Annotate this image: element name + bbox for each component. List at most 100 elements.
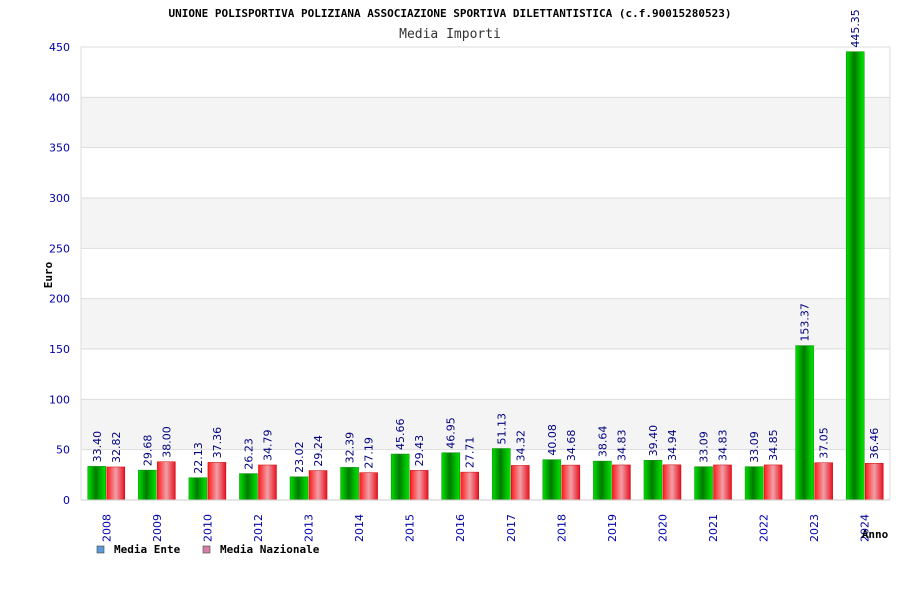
- bar-media-nazionale-2015: [409, 470, 429, 501]
- bar-media-nazionale-2022: [763, 464, 783, 501]
- data-label-media-ente-2023: 153.37: [799, 303, 812, 342]
- bar-media-nazionale-2008: [106, 466, 126, 501]
- y-tick-label: 300: [49, 192, 70, 205]
- x-tick-label-2015: 2015: [404, 514, 417, 542]
- data-label-media-nazionale-2023: 37.05: [818, 427, 831, 459]
- y-tick-label: 150: [49, 343, 70, 356]
- bar-media-ente-2008: [87, 466, 107, 501]
- y-tick-label: 250: [49, 242, 70, 255]
- chart-subtitle: Media Importi: [399, 27, 501, 42]
- data-label-media-ente-2008: 33.40: [91, 431, 104, 463]
- data-label-media-nazionale-2019: 34.83: [615, 429, 628, 461]
- bar-media-ente-2015: [390, 453, 410, 501]
- bar-media-nazionale-2009: [157, 461, 176, 501]
- data-label-media-ente-2010: 22.13: [192, 442, 205, 474]
- x-tick-label-2019: 2019: [606, 514, 619, 542]
- bar-media-ente-2014: [340, 467, 359, 501]
- x-tick-label-2017: 2017: [505, 514, 518, 542]
- data-label-media-ente-2018: 40.08: [546, 424, 559, 456]
- data-label-media-nazionale-2024: 36.46: [868, 428, 881, 460]
- data-label-media-nazionale-2014: 27.19: [363, 437, 376, 469]
- bar-media-nazionale-2023: [814, 462, 833, 501]
- data-label-media-nazionale-2021: 34.83: [717, 429, 730, 461]
- bar-media-ente-2022: [744, 466, 764, 501]
- bar-media-nazionale-2020: [662, 464, 682, 501]
- y-axis-title: Euro: [42, 261, 55, 288]
- data-label-media-ente-2012: 26.23: [242, 438, 255, 470]
- plot-band: [81, 248, 890, 299]
- bar-media-nazionale-2018: [561, 464, 581, 501]
- bar-media-ente-2017: [492, 448, 511, 501]
- data-label-media-ente-2016: 46.95: [445, 417, 458, 449]
- data-label-media-nazionale-2010: 37.36: [211, 427, 224, 459]
- bar-media-ente-2010: [188, 477, 208, 501]
- y-tick-label: 0: [63, 494, 70, 507]
- chart-title: UNIONE POLISPORTIVA POLIZIANA ASSOCIAZIO…: [169, 7, 732, 20]
- legend-swatch-media-ente: [96, 545, 105, 554]
- bar-media-nazionale-2013: [308, 470, 328, 501]
- data-label-media-nazionale-2017: 34.32: [514, 430, 527, 462]
- plot-band: [81, 147, 890, 198]
- x-tick-label-2008: 2008: [100, 514, 113, 542]
- x-axis-title: Anno: [862, 528, 889, 541]
- data-label-media-ente-2020: 39.40: [647, 425, 660, 457]
- bar-chart: UNIONE POLISPORTIVA POLIZIANA ASSOCIAZIO…: [42, 7, 891, 556]
- data-label-media-nazionale-2018: 34.68: [565, 430, 578, 462]
- legend: Media Ente Media Nazionale: [96, 543, 320, 556]
- plot-band: [81, 349, 890, 400]
- x-tick-label-2016: 2016: [454, 514, 467, 542]
- plot-band: [81, 298, 890, 349]
- x-tick-label-2018: 2018: [555, 514, 568, 542]
- bar-media-ente-2021: [694, 466, 713, 501]
- y-tick-label: 100: [49, 393, 70, 406]
- legend-label-media-ente: Media Ente: [114, 543, 181, 556]
- data-label-media-nazionale-2009: 38.00: [160, 426, 173, 458]
- x-tick-label-2023: 2023: [808, 514, 821, 542]
- x-tick-label-2022: 2022: [758, 514, 771, 542]
- x-tick-label-2013: 2013: [303, 514, 316, 542]
- x-tick-label-2020: 2020: [656, 514, 669, 542]
- data-label-media-nazionale-2020: 34.94: [666, 429, 679, 461]
- bar-media-nazionale-2012: [258, 464, 277, 501]
- data-label-media-nazionale-2015: 29.43: [413, 435, 426, 467]
- y-tick-label: 50: [56, 444, 70, 457]
- data-label-media-ente-2014: 32.39: [344, 432, 357, 464]
- x-tick-label-2010: 2010: [201, 514, 214, 542]
- bar-media-nazionale-2019: [612, 464, 631, 501]
- data-label-media-ente-2024: 445.35: [849, 9, 862, 48]
- y-tick-label: 450: [49, 41, 70, 54]
- x-tick-label-2021: 2021: [707, 514, 720, 542]
- data-label-media-nazionale-2022: 34.85: [767, 429, 780, 461]
- data-label-media-nazionale-2008: 32.82: [110, 431, 123, 463]
- x-tick-label-2009: 2009: [151, 514, 164, 542]
- plot-band: [81, 97, 890, 148]
- y-tick-label: 400: [49, 91, 70, 104]
- bar-media-ente-2023: [795, 345, 814, 501]
- data-label-media-nazionale-2016: 27.71: [464, 437, 477, 469]
- x-tick-labels: 2008 2009 2010 2012 2013 2014 2015 2016 2017 2018…: [100, 514, 871, 542]
- data-label-media-ente-2013: 23.02: [293, 441, 306, 473]
- bar-media-nazionale-2021: [713, 464, 732, 501]
- data-label-media-ente-2021: 33.09: [698, 431, 711, 463]
- data-label-media-ente-2019: 38.64: [596, 426, 609, 458]
- bar-media-ente-2024: [845, 51, 865, 501]
- plot-band: [81, 198, 890, 249]
- bar-media-nazionale-2024: [864, 463, 884, 501]
- data-label-media-ente-2022: 33.09: [748, 431, 761, 463]
- bar-media-ente-2016: [441, 452, 460, 501]
- data-label-media-ente-2015: 45.66: [394, 419, 407, 451]
- data-label-media-ente-2009: 29.68: [141, 435, 154, 467]
- bar-media-nazionale-2016: [460, 471, 479, 501]
- plot-band: [81, 47, 890, 98]
- data-label-media-ente-2017: 51.13: [495, 413, 508, 445]
- y-tick-label: 200: [49, 293, 70, 306]
- bar-media-ente-2013: [289, 476, 309, 501]
- bar-media-nazionale-2017: [511, 465, 530, 501]
- y-tick-label: 350: [49, 142, 70, 155]
- bar-media-nazionale-2010: [207, 462, 227, 501]
- bar-media-ente-2018: [542, 459, 562, 501]
- data-label-media-nazionale-2013: 29.24: [312, 435, 325, 467]
- bar-media-nazionale-2014: [359, 472, 378, 501]
- legend-label-media-nazionale: Media Nazionale: [220, 543, 320, 556]
- bar-media-ente-2020: [643, 460, 663, 501]
